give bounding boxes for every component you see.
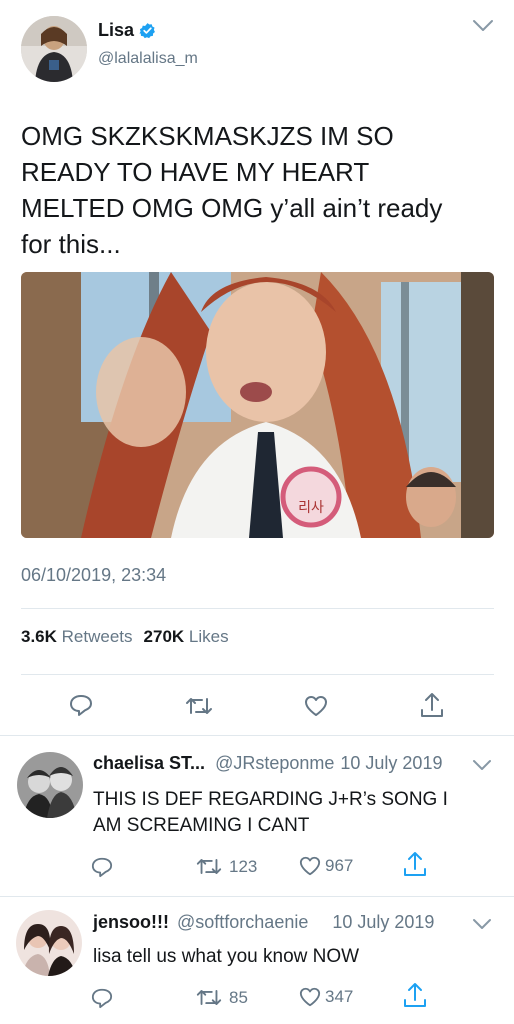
tweet-text-line: OMG SKZKSKMASKJZS IM SO bbox=[21, 121, 394, 151]
retweets-stat[interactable]: 3.6K Retweets bbox=[21, 627, 133, 647]
divider bbox=[0, 735, 514, 736]
reply-author-name[interactable]: jensoo!!! bbox=[93, 912, 169, 933]
author-name[interactable]: Lisa bbox=[98, 20, 134, 41]
reply-author-handle[interactable]: @JRsteponme bbox=[215, 753, 334, 774]
retweet-action[interactable]: 123 bbox=[195, 856, 257, 877]
tweet-text-line: for this... bbox=[21, 229, 121, 259]
tweet-text-line: MELTED OMG OMG y’all ain’t ready bbox=[21, 193, 443, 223]
tweet-text: OMG SKZKSKMASKJZS IM SO READY TO HAVE MY… bbox=[21, 118, 501, 262]
divider bbox=[21, 674, 494, 675]
like-count: 967 bbox=[325, 856, 354, 875]
likes-stat[interactable]: 270K Likes bbox=[144, 627, 229, 647]
like-icon[interactable] bbox=[303, 694, 329, 718]
divider bbox=[0, 896, 514, 897]
like-action[interactable]: 967 bbox=[298, 855, 353, 877]
reply-text-line: lisa tell us what you know NOW bbox=[93, 946, 360, 967]
tweet-stats: 3.6K Retweets 270K Likes bbox=[21, 627, 229, 647]
author-avatar[interactable] bbox=[21, 16, 87, 82]
avatar-image bbox=[16, 910, 82, 976]
retweet-count: 123 bbox=[229, 856, 258, 876]
retweet-icon bbox=[195, 856, 223, 877]
tweet-image-illustration: 리사 bbox=[21, 272, 494, 538]
name-sign-text: 리사 bbox=[298, 500, 324, 516]
like-icon bbox=[298, 986, 322, 1008]
reply-date[interactable]: 10 July 2019 bbox=[340, 753, 442, 774]
avatar-image bbox=[21, 16, 87, 82]
retweets-label: Retweets bbox=[61, 627, 133, 646]
chevron-down-icon[interactable] bbox=[472, 18, 494, 34]
like-action[interactable]: 347 bbox=[298, 986, 353, 1008]
chevron-down-icon[interactable] bbox=[472, 917, 492, 931]
share-icon[interactable] bbox=[402, 850, 428, 878]
like-icon bbox=[298, 855, 322, 877]
reply-avatar[interactable] bbox=[17, 752, 83, 818]
reply-author-name[interactable]: chaelisa ST... bbox=[93, 753, 205, 774]
reply-text: lisa tell us what you know NOW bbox=[93, 944, 359, 970]
reply-text: THIS IS DEF REGARDING J+R’s SONG I AM SC… bbox=[93, 787, 448, 839]
verified-badge-icon bbox=[139, 22, 156, 39]
retweet-icon bbox=[195, 987, 223, 1008]
like-count: 347 bbox=[325, 987, 354, 1006]
tweet-text-line: READY TO HAVE MY HEART bbox=[21, 157, 370, 187]
reply-author-handle[interactable]: @softforchaenie bbox=[177, 912, 308, 933]
avatar-image bbox=[17, 752, 83, 818]
reply-avatar[interactable] bbox=[16, 910, 82, 976]
divider bbox=[21, 608, 494, 609]
share-icon[interactable] bbox=[402, 981, 428, 1009]
reply-icon[interactable] bbox=[68, 693, 94, 717]
chevron-down-icon[interactable] bbox=[472, 758, 492, 772]
tweet-timestamp[interactable]: 06/10/2019, 23:34 bbox=[21, 565, 166, 586]
reply-date[interactable]: 10 July 2019 bbox=[332, 912, 434, 933]
reply-text-line: THIS IS DEF REGARDING J+R’s SONG I bbox=[93, 789, 448, 810]
retweet-icon[interactable] bbox=[184, 695, 214, 717]
share-icon[interactable] bbox=[419, 691, 445, 719]
reply-text-line: AM SCREAMING I CANT bbox=[93, 815, 310, 836]
tweet-image[interactable]: 리사 bbox=[21, 272, 494, 538]
likes-label: Likes bbox=[188, 627, 229, 646]
reply-icon[interactable] bbox=[90, 987, 114, 1009]
likes-count: 270K bbox=[143, 627, 185, 646]
retweet-action[interactable]: 85 bbox=[195, 987, 248, 1008]
reply-icon[interactable] bbox=[90, 856, 114, 878]
retweets-count: 3.6K bbox=[21, 627, 57, 646]
retweet-count: 85 bbox=[229, 987, 248, 1007]
author-handle[interactable]: @lalalalisa_m bbox=[98, 50, 198, 68]
